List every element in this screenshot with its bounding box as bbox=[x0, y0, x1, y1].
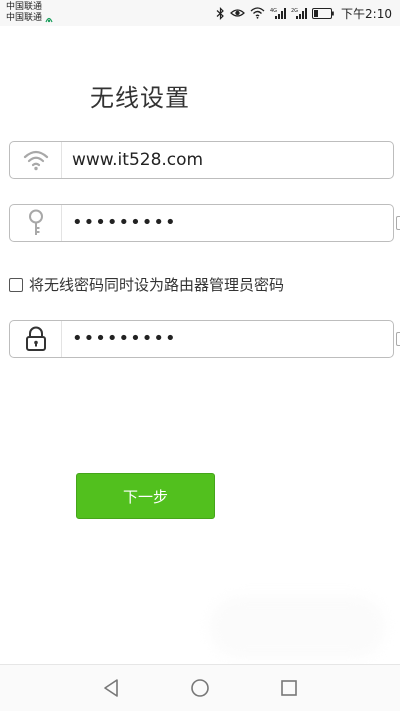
home-icon[interactable] bbox=[189, 677, 211, 699]
carrier-label-2: 中国联通 bbox=[6, 13, 43, 23]
show-admin-password-toggle[interactable] bbox=[396, 332, 400, 346]
ssid-input[interactable]: www.it528.com bbox=[72, 142, 203, 178]
wifi-icon bbox=[250, 7, 265, 19]
bluetooth-icon bbox=[216, 6, 224, 20]
ssid-field[interactable]: www.it528.com bbox=[9, 141, 394, 179]
battery-icon bbox=[312, 7, 334, 19]
recents-icon[interactable] bbox=[278, 677, 300, 699]
wifi-password-field[interactable]: ••••••••• bbox=[9, 204, 394, 242]
router-wireless-setup-screen: 中国联通 中国联通 4G 2G 下午2:10 无线设置 www.it528.co… bbox=[0, 0, 400, 711]
carrier-info: 中国联通 中国联通 bbox=[6, 2, 54, 24]
status-time: 下午2:10 bbox=[341, 6, 392, 21]
background-shadow bbox=[210, 596, 385, 658]
navigation-bar bbox=[0, 664, 400, 711]
page-title: 无线设置 bbox=[90, 84, 190, 112]
svg-text:4G: 4G bbox=[270, 8, 277, 14]
admin-password-input[interactable]: ••••••••• bbox=[72, 321, 177, 357]
sync-admin-password-option[interactable]: 将无线密码同时设为路由器管理员密码 bbox=[9, 274, 284, 295]
status-icons: 4G 2G 下午2:10 bbox=[216, 4, 392, 22]
status-bar: 中国联通 中国联通 4G 2G 下午2:10 bbox=[0, 0, 400, 26]
svg-text:2G: 2G bbox=[291, 8, 298, 14]
lock-icon bbox=[10, 321, 62, 357]
sync-admin-password-checkbox[interactable] bbox=[9, 277, 23, 292]
back-icon[interactable] bbox=[100, 677, 122, 699]
sync-admin-password-label: 将无线密码同时设为路由器管理员密码 bbox=[29, 276, 285, 294]
admin-password-field[interactable]: ••••••••• bbox=[9, 320, 394, 358]
signal-4g-icon: 4G bbox=[270, 7, 287, 19]
wifi-icon bbox=[10, 142, 62, 178]
next-step-button[interactable]: 下一步 bbox=[76, 473, 215, 519]
eye-icon bbox=[230, 9, 245, 17]
hd-icon bbox=[45, 17, 53, 22]
key-icon bbox=[10, 205, 62, 241]
carrier-label-1: 中国联通 bbox=[6, 2, 43, 12]
signal-2g-icon: 2G bbox=[291, 7, 308, 19]
show-password-toggle[interactable] bbox=[396, 216, 400, 230]
wifi-password-input[interactable]: ••••••••• bbox=[72, 205, 177, 241]
